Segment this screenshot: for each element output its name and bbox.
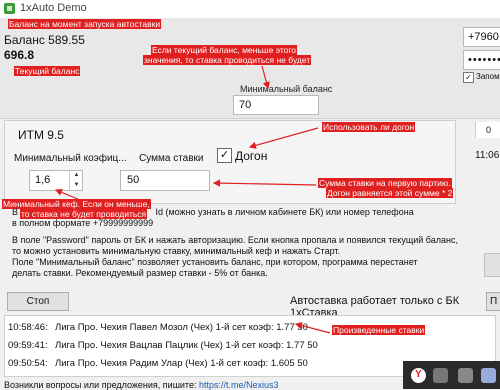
annotation-min-coef-1: Минимальный кеф. Если он меньше, bbox=[2, 199, 151, 209]
min-balance-label: Минимальный баланс bbox=[240, 84, 333, 94]
log-row: 10:58:46: Лига Про. Чехия Павел Мозол (Че… bbox=[8, 322, 308, 333]
log-text: Лига Про. Чехия Радим Улар (Чех) 1-й сет… bbox=[55, 358, 308, 369]
min-coef-label: Минимальный коэфиц... bbox=[14, 153, 127, 164]
remember-label: Запомн bbox=[476, 72, 500, 81]
taskbar-app-icon[interactable] bbox=[433, 368, 448, 383]
side-button[interactable] bbox=[484, 253, 500, 277]
annotation-start-balance: Баланс на момент запуска автоставки bbox=[8, 19, 162, 29]
log-time: 09:50:54: bbox=[8, 358, 48, 369]
start-balance-label: Баланс 589.55 bbox=[4, 33, 85, 47]
right-edge-button[interactable]: П bbox=[486, 292, 500, 311]
annotation-stake-2: Догон равняется этой сумме * 2 bbox=[326, 188, 454, 198]
taskbar-app-icon[interactable] bbox=[481, 368, 496, 383]
dogon-label: Догон bbox=[235, 149, 268, 163]
phone-input[interactable]: +7960 bbox=[463, 27, 500, 47]
password-input[interactable]: •••••••• bbox=[463, 50, 500, 70]
app-icon bbox=[4, 3, 15, 14]
remember-checkbox[interactable]: ✓ bbox=[463, 72, 474, 83]
log-time: 09:59:41: bbox=[8, 340, 48, 351]
stake-input[interactable]: 50 bbox=[120, 170, 210, 191]
log-text: Лига Про. Чехия Павел Мозол (Чех) 1-й се… bbox=[55, 322, 308, 333]
spin-down-icon[interactable]: ▼ bbox=[70, 181, 83, 190]
annotation-stake-1: Сумма ставки на первую партию. bbox=[318, 178, 452, 188]
stake-label: Сумма ставки bbox=[139, 153, 204, 164]
annotation-current-balance: Текущий баланс bbox=[14, 66, 81, 76]
taskbar: Y bbox=[403, 361, 500, 389]
right-time: 11:06 bbox=[475, 150, 500, 161]
current-balance-value: 696.8 bbox=[4, 48, 35, 62]
match-title: ИТМ 9.5 bbox=[18, 128, 64, 142]
yandex-browser-icon[interactable]: Y bbox=[411, 368, 426, 383]
annotation-min-balance-1: Если текущий баланс, меньше этого bbox=[151, 45, 298, 55]
min-coef-stepper[interactable]: ▲ ▼ bbox=[69, 171, 83, 190]
spin-up-icon[interactable]: ▲ bbox=[70, 171, 83, 180]
annotation-min-balance-2: значения, то ставка проводиться не будет bbox=[143, 55, 312, 65]
log-row: 09:59:41: Лига Про. Чехия Вацлав Пацлик (… bbox=[8, 340, 318, 351]
info-line-3: В поле "Password" пароль от БК и нажать … bbox=[12, 235, 458, 245]
log-time: 10:58:46: bbox=[8, 322, 48, 333]
stop-button[interactable]: Стоп bbox=[7, 292, 69, 311]
min-balance-input[interactable]: 70 bbox=[233, 95, 319, 115]
right-counter: 0 bbox=[475, 122, 500, 138]
taskbar-app-icon[interactable] bbox=[458, 368, 473, 383]
log-row: 09:50:54: Лига Про. Чехия Радим Улар (Чех… bbox=[8, 358, 308, 369]
info-line-6: делать ставки. Рекомендуемый размер став… bbox=[12, 268, 268, 278]
info-line-4: то можно установить минимальную ставку, … bbox=[12, 246, 341, 256]
window-title: 1xAuto Demo bbox=[20, 2, 87, 14]
annotation-dogon: Использовать ли догон bbox=[322, 122, 416, 132]
info-line-1-right: Id (можно узнать в личном кабинете БК) и… bbox=[155, 207, 414, 217]
info-line-5: Поле "Минимальный баланс" позволяет уста… bbox=[12, 257, 418, 267]
info-line-2: в полном формате +79999999999 bbox=[12, 218, 154, 228]
annotation-min-coef-2: то ставка не будет проводиться bbox=[20, 209, 148, 219]
dogon-checkbox[interactable]: ✓ bbox=[217, 148, 232, 163]
annotation-log: Произведенные ставки bbox=[332, 325, 426, 335]
log-text: Лига Про. Чехия Вацлав Пацлик (Чех) 1-й … bbox=[55, 340, 318, 351]
